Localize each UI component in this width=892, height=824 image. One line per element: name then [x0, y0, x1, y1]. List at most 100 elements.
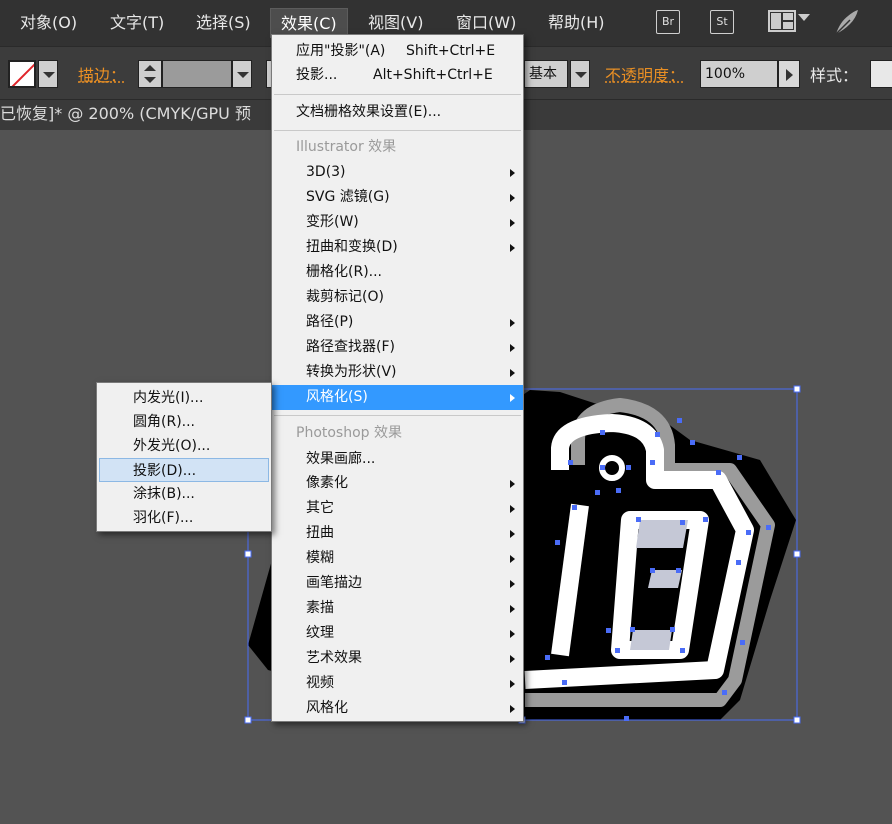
menu-item-label: 风格化: [306, 700, 348, 716]
workspace-layout-icon[interactable]: [768, 10, 796, 32]
submenu-item-label: 涂抹(B)...: [133, 486, 195, 502]
stroke-weight-stepper[interactable]: [138, 60, 162, 88]
submenu-arrow-icon: [510, 505, 515, 513]
menu-section-photoshop-effects: Photoshop 效果: [272, 421, 523, 446]
submenu-arrow-icon: [510, 530, 515, 538]
menu-item-svg-filters[interactable]: SVG 滤镜(G): [272, 185, 523, 210]
submenu-item-scribble[interactable]: 涂抹(B)...: [99, 482, 269, 506]
submenu-arrow-icon: [510, 680, 515, 688]
menu-item-rasterize[interactable]: 栅格化(R)...: [272, 260, 523, 285]
menu-item-label: SVG 滤镜(G): [306, 189, 390, 205]
submenu-arrow-icon: [510, 344, 515, 352]
opacity-arrow-button[interactable]: [778, 60, 800, 88]
submenu-arrow-icon: [510, 169, 515, 177]
menu-item-artistic[interactable]: 艺术效果: [272, 646, 523, 671]
submenu-arrow-icon: [510, 480, 515, 488]
menu-item-path[interactable]: 路径(P): [272, 310, 523, 335]
submenu-arrow-icon: [510, 219, 515, 227]
menu-item-brush-strokes[interactable]: 画笔描边: [272, 571, 523, 596]
menu-item-label: 3D(3): [306, 164, 346, 180]
brush-preset-field[interactable]: 基本: [524, 60, 568, 88]
submenu-arrow-icon: [510, 580, 515, 588]
submenu-item-inner-glow[interactable]: 内发光(I)...: [99, 386, 269, 410]
stock-icon[interactable]: St: [710, 10, 734, 34]
submenu-item-round-corners[interactable]: 圆角(R)...: [99, 410, 269, 434]
menu-item-label: 效果画廊...: [306, 451, 376, 467]
effect-menu-dropdown: 应用"投影"(A) Shift+Ctrl+E 投影... Alt+Shift+C…: [271, 34, 524, 722]
menu-item-label: 艺术效果: [306, 650, 362, 666]
menu-item-blur[interactable]: 模糊: [272, 546, 523, 571]
menu-separator: [274, 415, 521, 416]
menu-item-label: 裁剪标记(O): [306, 289, 384, 305]
menu-item-convert-to-shape[interactable]: 转换为形状(V): [272, 360, 523, 385]
menu-item-crop-marks[interactable]: 裁剪标记(O): [272, 285, 523, 310]
menu-item-shortcut: Alt+Shift+Ctrl+E: [373, 67, 493, 83]
menu-item-3d[interactable]: 3D(3): [272, 160, 523, 185]
submenu-item-outer-glow[interactable]: 外发光(O)...: [99, 434, 269, 458]
bridge-icon[interactable]: Br: [656, 10, 680, 34]
menu-item-effect-gallery[interactable]: 效果画廊...: [272, 447, 523, 472]
submenu-item-label: 圆角(R)...: [133, 414, 196, 430]
submenu-item-label: 羽化(F)...: [133, 510, 194, 526]
menu-item-label: 转换为形状(V): [306, 364, 397, 380]
document-tab-title[interactable]: 已恢复]* @ 200% (CMYK/GPU 预: [0, 100, 251, 130]
submenu-arrow-icon: [510, 394, 515, 402]
menu-item-pixelate[interactable]: 像素化: [272, 471, 523, 496]
menu-item-label: 栅格化(R)...: [306, 264, 383, 280]
menu-item-label: 画笔描边: [306, 575, 362, 591]
submenu-arrow-icon: [510, 244, 515, 252]
submenu-item-feather[interactable]: 羽化(F)...: [99, 506, 269, 530]
menu-item-other[interactable]: 其它: [272, 496, 523, 521]
menu-item-label: 路径(P): [306, 314, 354, 330]
submenu-arrow-icon: [510, 630, 515, 638]
submenu-arrow-icon: [510, 605, 515, 613]
menu-item-pathfinder[interactable]: 路径查找器(F): [272, 335, 523, 360]
submenu-item-drop-shadow[interactable]: 投影(D)...: [99, 458, 269, 482]
menu-select[interactable]: 选择(S): [186, 8, 261, 38]
fill-none-swatch[interactable]: [8, 60, 36, 88]
opacity-label[interactable]: 不透明度：: [605, 62, 685, 86]
submenu-arrow-icon: [510, 705, 515, 713]
fill-dropdown-button[interactable]: [38, 60, 58, 88]
graphic-style-swatch[interactable]: [870, 60, 892, 88]
menu-item-shortcut: Shift+Ctrl+E: [406, 43, 496, 59]
menu-item-sketch[interactable]: 素描: [272, 596, 523, 621]
submenu-arrow-icon: [510, 655, 515, 663]
menu-separator: [274, 94, 521, 95]
menu-item-video[interactable]: 视频: [272, 671, 523, 696]
menu-item-label: 文档栅格效果设置(E)...: [296, 104, 442, 120]
menu-item-label: 路径查找器(F): [306, 339, 395, 355]
stroke-weight-field[interactable]: [162, 60, 232, 88]
opacity-field[interactable]: 100%: [700, 60, 778, 88]
menu-object[interactable]: 对象(O): [10, 8, 87, 38]
menu-item-apply-last-effect[interactable]: 应用"投影"(A) Shift+Ctrl+E: [272, 39, 523, 64]
menu-item-warp[interactable]: 变形(W): [272, 210, 523, 235]
submenu-arrow-icon: [510, 194, 515, 202]
stroke-weight-dropdown[interactable]: [232, 60, 252, 88]
section-header: Illustrator 效果: [296, 139, 397, 155]
chevron-down-icon[interactable]: [144, 77, 156, 83]
menu-item-distort-transform[interactable]: 扭曲和变换(D): [272, 235, 523, 260]
menu-item-label: 变形(W): [306, 214, 359, 230]
feather-icon[interactable]: [832, 8, 860, 36]
menu-item-label: 模糊: [306, 550, 334, 566]
chevron-down-icon[interactable]: [798, 14, 810, 21]
submenu-item-label: 外发光(O)...: [133, 438, 211, 454]
submenu-arrow-icon: [510, 369, 515, 377]
menu-item-distort[interactable]: 扭曲: [272, 521, 523, 546]
menu-item-label: 扭曲: [306, 525, 334, 541]
menu-item-label: 应用"投影"(A): [296, 43, 386, 59]
menu-help[interactable]: 帮助(H): [538, 8, 615, 38]
menu-item-label: 像素化: [306, 475, 348, 491]
menu-item-last-effect[interactable]: 投影... Alt+Shift+Ctrl+E: [272, 63, 523, 88]
stroke-label[interactable]: 描边：: [78, 62, 126, 86]
chevron-up-icon[interactable]: [144, 65, 156, 71]
brush-preset-dropdown[interactable]: [570, 60, 590, 88]
menu-item-stylize-photoshop[interactable]: 风格化: [272, 696, 523, 721]
menu-item-texture[interactable]: 纹理: [272, 621, 523, 646]
menu-item-document-raster-settings[interactable]: 文档栅格效果设置(E)...: [272, 100, 523, 125]
stylize-submenu: 内发光(I)... 圆角(R)... 外发光(O)... 投影(D)... 涂抹…: [96, 382, 272, 532]
menu-type[interactable]: 文字(T): [100, 8, 174, 38]
submenu-arrow-icon: [510, 555, 515, 563]
menu-item-stylize-illustrator[interactable]: 风格化(S): [272, 385, 523, 410]
